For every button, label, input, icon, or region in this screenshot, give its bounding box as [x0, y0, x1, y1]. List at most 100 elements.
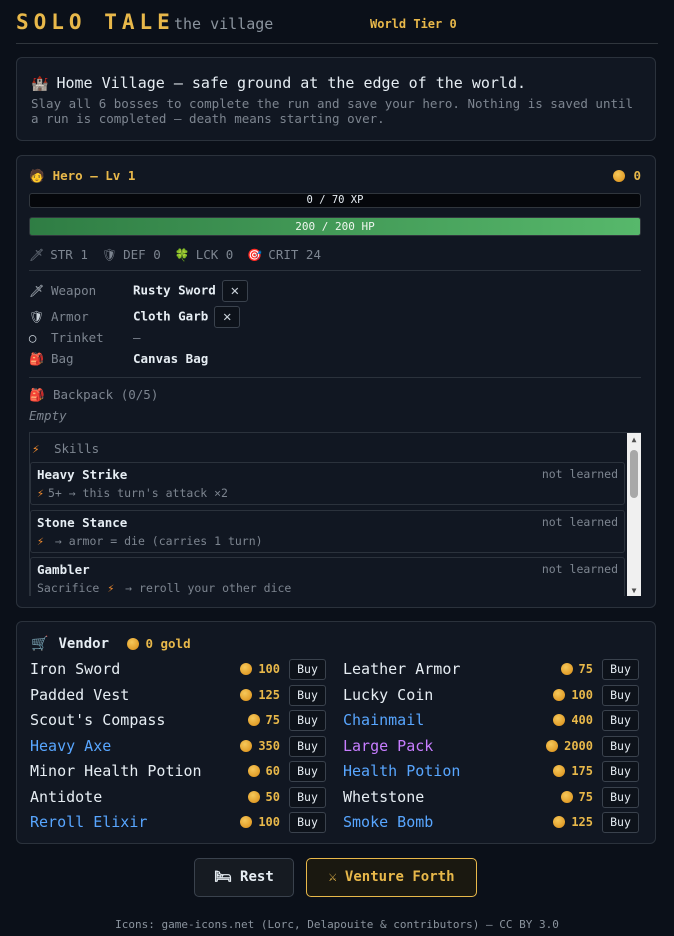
skills-list[interactable]: ⚡ Skills Heavy Strike not learned ⚡ 5+ → thi…: [29, 432, 641, 596]
skill-status: not learned: [541, 562, 618, 576]
hp-text: 200 / 200 HP: [295, 220, 375, 233]
footer-credits: Icons: game-icons.net (Lorc, Delapouite …: [115, 918, 559, 931]
buy-button[interactable]: Buy: [602, 761, 639, 782]
hero-panel: 🧑 Hero — Lv 1 0 0 / 70 XP 200 / 200 HP 🗡 S…: [16, 155, 656, 608]
price-value: 175: [571, 764, 593, 778]
hero-icon: 🧑: [29, 168, 45, 183]
world-tier-label: World Tier 0: [370, 17, 457, 31]
item-price: 50: [247, 790, 280, 804]
price-value: 100: [258, 815, 280, 829]
skill-name: Heavy Strike: [37, 467, 128, 482]
equipment-slot-bag: 🎒 Bag Canvas Bag: [29, 351, 208, 366]
backpack-icon: 🎒: [29, 387, 45, 402]
coin-icon: [613, 170, 626, 182]
vendor-item: Large Pack 2000 Buy: [343, 735, 639, 758]
buy-button[interactable]: Buy: [602, 786, 639, 808]
shop-icon: 🛒: [31, 636, 49, 652]
castle-icon: 🏰: [31, 76, 49, 92]
page-subtitle: the village: [174, 15, 274, 33]
unequip-button[interactable]: ✕: [214, 306, 241, 328]
skill-effect-text: → reroll your other dice: [118, 581, 292, 595]
intro-title: Home Village — safe ground at the edge o…: [56, 74, 527, 92]
item-name: Antidote: [30, 787, 103, 806]
scroll-thumb[interactable]: [630, 450, 638, 498]
item-name: Reroll Elixir: [30, 813, 148, 831]
lightning-icon: ⚡: [37, 486, 44, 500]
item-name: Health Potion: [343, 762, 461, 780]
venture-forth-button[interactable]: ⚔ Venture Forth: [306, 858, 477, 897]
stat-2: 🍀 LCK 0: [175, 247, 234, 262]
intro-description: Slay all 6 bosses to complete the run an…: [31, 96, 634, 126]
coin-icon: [553, 714, 566, 726]
slot-value: Canvas Bag: [133, 351, 209, 366]
target-icon: 🎯: [247, 248, 263, 262]
lightning-icon: ⚡: [32, 441, 40, 456]
vendor-item: Padded Vest 125 Buy: [30, 684, 326, 707]
coin-icon: [560, 663, 573, 675]
buy-button[interactable]: Buy: [289, 786, 326, 808]
sword-icon: 🗡: [29, 248, 45, 262]
skill-status: not learned: [541, 515, 618, 529]
coin-icon: [127, 638, 140, 650]
slot-value: —: [133, 330, 141, 345]
coin-icon: [240, 688, 253, 701]
buy-button[interactable]: Buy: [602, 735, 639, 757]
item-price: 75: [560, 790, 593, 804]
bed-icon: 🛏: [214, 869, 233, 885]
buy-button[interactable]: Buy: [289, 684, 326, 706]
item-name: Padded Vest: [30, 685, 130, 704]
item-price: 75: [560, 662, 593, 676]
buy-button[interactable]: Buy: [602, 659, 639, 680]
divider: [29, 377, 641, 378]
buy-button[interactable]: Buy: [289, 812, 326, 833]
vendor-item: Heavy Axe 350 Buy: [30, 735, 326, 758]
buy-button[interactable]: Buy: [289, 659, 326, 680]
skill-name: Gambler: [37, 562, 90, 577]
price-value: 60: [265, 764, 280, 778]
price-value: 350: [258, 738, 280, 753]
item-name: Smoke Bomb: [343, 813, 434, 831]
backpack-header: 🎒 Backpack (0/5): [29, 387, 159, 402]
price-value: 400: [571, 713, 593, 727]
stat-1: 🛡 DEF 0: [102, 247, 161, 262]
buy-button[interactable]: Buy: [602, 710, 639, 731]
skill-status: not learned: [541, 467, 618, 481]
price-value: 125: [258, 687, 280, 702]
vendor-item: Leather Armor 75 Buy: [343, 659, 639, 681]
vendor-item: Iron Sword 100 Buy: [30, 659, 326, 681]
skill-card[interactable]: Gambler not learned Sacrifice ⚡ → reroll yo…: [30, 557, 625, 596]
vendor-item: Minor Health Potion 60 Buy: [30, 761, 326, 783]
item-name: Large Pack: [343, 736, 434, 755]
item-name: Leather Armor: [343, 660, 461, 678]
scroll-down-icon[interactable]: ▼: [627, 586, 641, 595]
item-price: 100: [553, 688, 593, 702]
stat-0: 🗡 STR 1: [29, 247, 88, 262]
buy-button[interactable]: Buy: [602, 684, 639, 706]
price-value: 125: [571, 815, 593, 829]
vendor-panel: 🛒 Vendor 0 gold Iron Sword 100 Buy Leather A…: [16, 621, 656, 844]
price-value: 75: [578, 662, 593, 676]
buy-button[interactable]: Buy: [289, 710, 326, 731]
crossed-swords-icon: ⚔: [328, 869, 337, 885]
unequip-button[interactable]: ✕: [221, 280, 248, 302]
stat-label: DEF 0: [123, 247, 161, 262]
rest-button[interactable]: 🛏 Rest: [194, 858, 294, 897]
buy-button[interactable]: Buy: [289, 761, 326, 782]
vendor-item: Reroll Elixir 100 Buy: [30, 812, 326, 834]
buy-button[interactable]: Buy: [289, 735, 326, 757]
coin-icon: [553, 765, 566, 777]
coin-icon: [247, 765, 260, 777]
slot-value: Rusty Sword: [133, 282, 216, 298]
skill-card[interactable]: Heavy Strike not learned ⚡ 5+ → this turn's…: [30, 462, 625, 505]
stat-label: CRIT 24: [268, 247, 321, 262]
skill-card[interactable]: Stone Stance not learned ⚡ → armor = die (…: [30, 510, 625, 553]
skills-scrollbar[interactable]: ▲ ▼: [627, 433, 641, 596]
hero-gold: 0: [613, 168, 641, 183]
clover-icon: 🍀: [174, 248, 190, 262]
buy-button[interactable]: Buy: [602, 812, 639, 833]
sword-icon: 🗡: [29, 283, 45, 298]
slot-label: Trinket: [51, 330, 104, 345]
scroll-up-icon[interactable]: ▲: [627, 435, 641, 444]
skill-prefix: Sacrifice: [37, 581, 100, 595]
intro-panel: 🏰 Home Village — safe ground at the edge …: [16, 57, 656, 141]
